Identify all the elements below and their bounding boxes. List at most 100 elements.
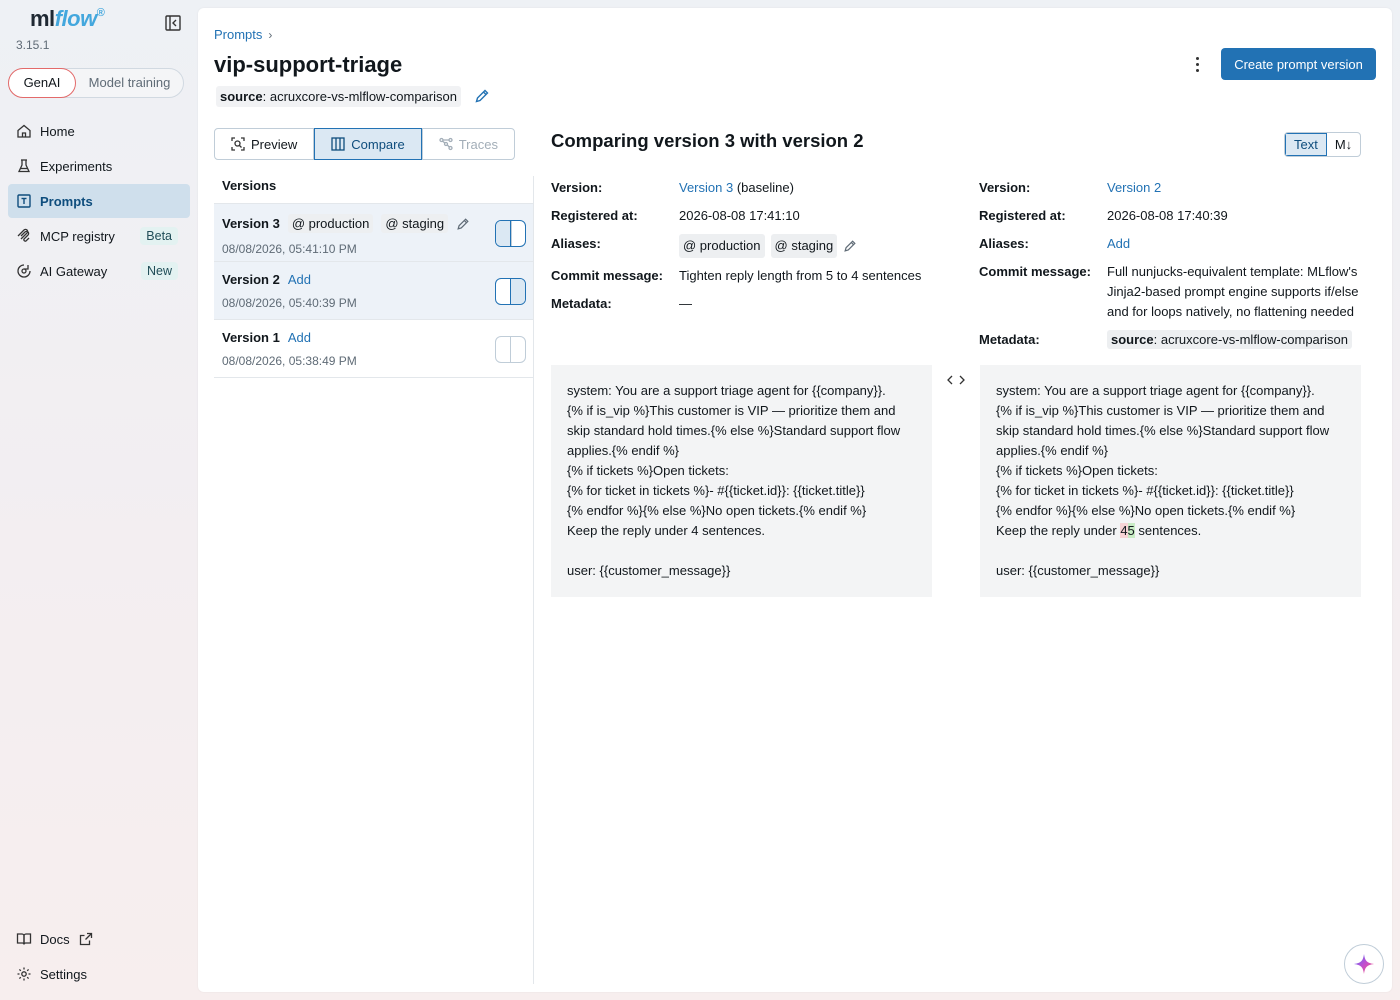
preview-icon: [231, 137, 245, 151]
sidebar-collapse-icon[interactable]: [164, 14, 182, 32]
format-toggle: Text M↓: [1284, 132, 1362, 157]
sidebar-item-settings[interactable]: Settings: [8, 957, 190, 991]
sidebar-item-prompts[interactable]: Prompts: [8, 184, 190, 218]
label-metadata: Metadata:: [979, 332, 1040, 347]
right-commit-message: Full nunjucks-equivalent template: MLflo…: [1107, 264, 1359, 319]
right-registered-at: 2026-08-08 17:40:39: [1107, 208, 1228, 223]
prompt-line: system: You are a support triage agent f…: [567, 383, 886, 398]
version-row-1[interactable]: Version 1 Add 08/08/2026, 05:38:49 PM: [214, 320, 533, 378]
compare-select-toggle[interactable]: [495, 220, 526, 247]
alias-staging: @ staging: [381, 214, 449, 233]
assistant-button[interactable]: [1344, 944, 1384, 984]
alias-production: @ production: [679, 234, 765, 258]
format-text-button[interactable]: Text: [1285, 133, 1327, 156]
prompt-line: user: {{customer_message}}: [567, 563, 731, 578]
tab-compare[interactable]: Compare: [314, 128, 422, 160]
diff-added: 5: [1127, 523, 1135, 538]
alias-staging: @ staging: [770, 234, 838, 258]
label-version: Version:: [979, 180, 1031, 195]
prompt-line: {% for ticket in tickets %}- #{{ticket.i…: [996, 483, 1294, 498]
tag-value: : acruxcore-vs-mlflow-comparison: [262, 89, 457, 104]
tab-label: Traces: [458, 136, 498, 152]
swap-versions-icon[interactable]: [947, 374, 965, 386]
alias-production: @ production: [287, 214, 374, 233]
sidebar-item-label: Docs: [40, 931, 70, 947]
mode-training-button[interactable]: Model training: [76, 69, 183, 97]
label-aliases: Aliases:: [551, 236, 601, 251]
sidebar-bottom-nav: Docs Settings: [8, 922, 190, 992]
prompt-line: user: {{customer_message}}: [996, 563, 1160, 578]
left-version-details: Version: Version 3 (baseline) Registered …: [551, 178, 931, 322]
mode-genai-button[interactable]: GenAI: [8, 68, 76, 98]
prompt-line: {% endfor %}{% else %}No open tickets.{%…: [567, 503, 867, 518]
home-icon: [17, 124, 31, 138]
view-mode-tabs: Preview Compare Traces: [214, 128, 515, 160]
flask-icon: [17, 159, 31, 173]
version-name: Version 1: [222, 330, 280, 345]
version-date: 08/08/2026, 05:40:39 PM: [222, 296, 357, 310]
sidebar-item-label: Prompts: [40, 193, 93, 209]
more-options-icon[interactable]: [1188, 54, 1206, 74]
add-alias-link[interactable]: Add: [1107, 236, 1130, 251]
sidebar-nav: Home Experiments Prompts MCP registry Be…: [8, 114, 190, 289]
label-registered: Registered at:: [979, 208, 1066, 223]
versions-header: Versions: [214, 176, 533, 204]
right-prompt-text: system: You are a support triage agent f…: [980, 365, 1361, 597]
edit-aliases-icon[interactable]: [456, 217, 470, 231]
prompt-line: {% if is_vip %}This customer is VIP — pr…: [996, 403, 1333, 458]
create-prompt-version-button[interactable]: Create prompt version: [1221, 48, 1376, 80]
label-commit: Commit message:: [979, 264, 1091, 279]
sidebar-item-home[interactable]: Home: [8, 114, 190, 148]
prompt-line: [567, 541, 916, 561]
tab-preview[interactable]: Preview: [214, 128, 315, 160]
edit-tags-icon[interactable]: [474, 88, 490, 104]
compare-select-toggle[interactable]: [495, 278, 526, 305]
label-metadata: Metadata:: [551, 296, 612, 311]
traces-icon: [439, 137, 453, 151]
baseline-note: (baseline): [733, 180, 794, 195]
gateway-icon: [17, 264, 31, 278]
version-name: Version 3: [222, 216, 280, 231]
add-alias-link[interactable]: Add: [288, 330, 311, 345]
prompt-tag: source: acruxcore-vs-mlflow-comparison: [216, 86, 461, 107]
versions-list: Versions Version 3 @ production @ stagin…: [214, 176, 534, 984]
sidebar-item-docs[interactable]: Docs: [8, 922, 190, 956]
version-name: Version 2: [222, 272, 280, 287]
prompt-line: system: You are a support triage agent f…: [996, 383, 1315, 398]
prompt-line: {% if tickets %}Open tickets:: [567, 463, 729, 478]
compare-select-toggle[interactable]: [495, 336, 526, 363]
new-badge: New: [140, 262, 178, 280]
diff-removed: 4: [1120, 523, 1128, 538]
edit-aliases-icon[interactable]: [843, 239, 857, 253]
left-version-link[interactable]: Version 3: [679, 180, 733, 195]
app-version: 3.15.1: [16, 38, 50, 52]
metadata-value: : acruxcore-vs-mlflow-comparison: [1153, 332, 1348, 347]
tag-key: source: [220, 89, 263, 104]
sidebar-item-experiments[interactable]: Experiments: [8, 149, 190, 183]
sidebar-item-mcp-registry[interactable]: MCP registry Beta: [8, 219, 190, 253]
mcp-icon: [17, 228, 30, 242]
mlflow-logo[interactable]: mlflow®: [30, 6, 105, 32]
label-aliases: Aliases:: [979, 236, 1029, 251]
prompt-icon: [17, 194, 31, 208]
prompt-line: {% endfor %}{% else %}No open tickets.{%…: [996, 503, 1296, 518]
tab-traces[interactable]: Traces: [421, 128, 515, 160]
add-alias-link[interactable]: Add: [288, 272, 311, 287]
label-commit: Commit message:: [551, 268, 663, 283]
external-link-icon: [79, 932, 92, 946]
breadcrumb: Prompts ›: [214, 27, 272, 42]
beta-badge: Beta: [140, 227, 178, 245]
sidebar-item-label: Settings: [40, 966, 87, 982]
right-version-details: Version: Version 2 Registered at: 2026-08-…: [979, 178, 1359, 358]
metadata-tag: source: acruxcore-vs-mlflow-comparison: [1107, 330, 1352, 349]
right-version-link[interactable]: Version 2: [1107, 180, 1161, 195]
sidebar-item-label: AI Gateway: [40, 263, 108, 279]
version-row-2[interactable]: Version 2 Add 08/08/2026, 05:40:39 PM: [214, 262, 533, 320]
version-row-3[interactable]: Version 3 @ production @ staging 08/08/2…: [214, 204, 533, 262]
breadcrumb-prompts-link[interactable]: Prompts: [214, 27, 262, 42]
sidebar-item-ai-gateway[interactable]: AI Gateway New: [8, 254, 190, 288]
metadata-key: source: [1111, 332, 1154, 347]
page-title: vip-support-triage: [214, 52, 403, 77]
format-markdown-button[interactable]: M↓: [1327, 133, 1360, 156]
left-commit-message: Tighten reply length from 5 to 4 sentenc…: [679, 268, 922, 283]
